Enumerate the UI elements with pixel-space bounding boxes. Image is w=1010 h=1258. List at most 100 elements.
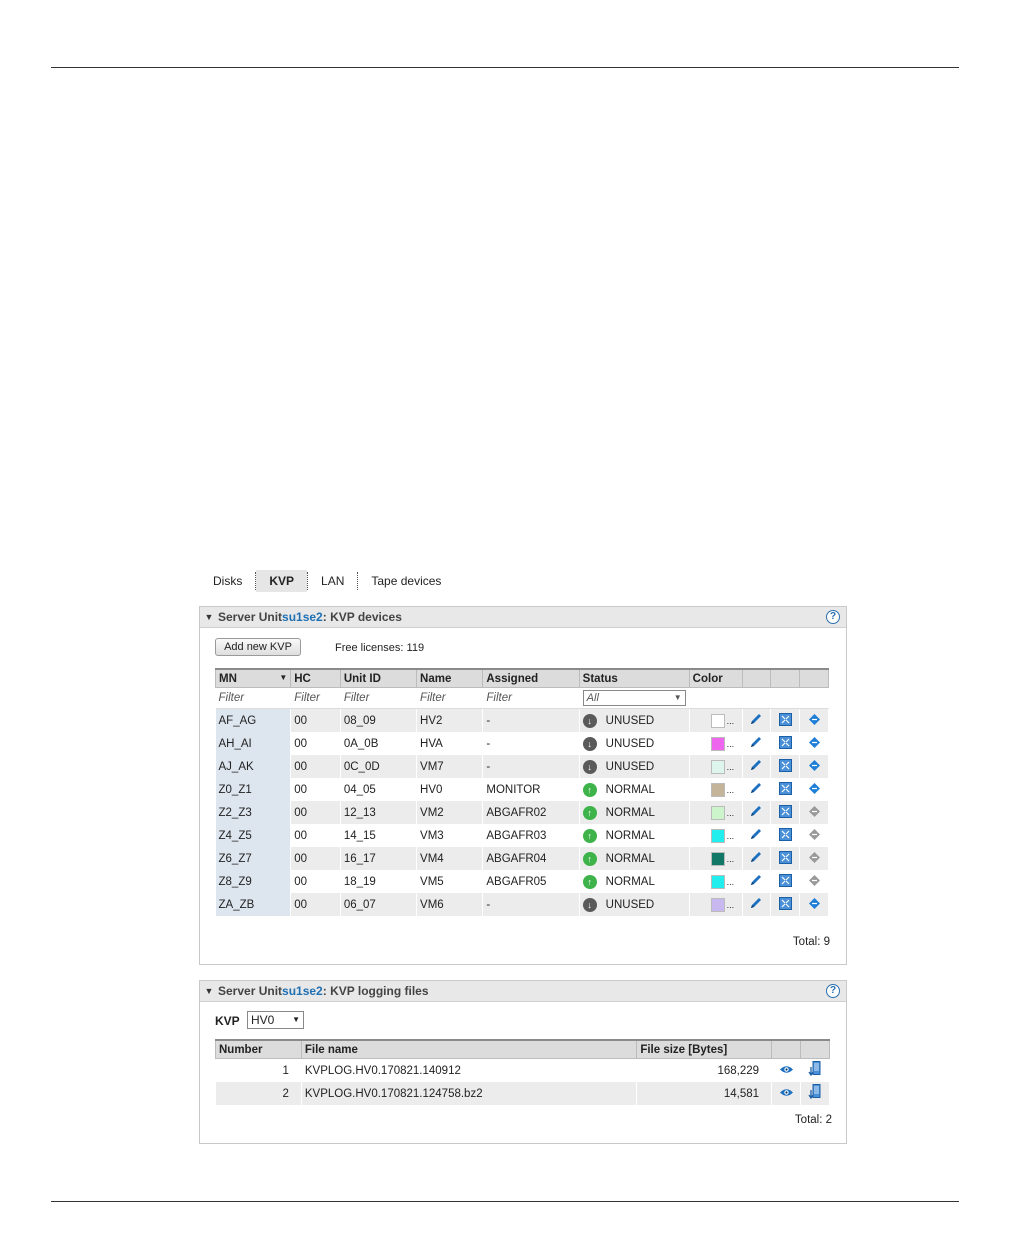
column-header-color: Color (688, 668, 743, 688)
cell-status: ↑ NORMAL (579, 870, 690, 893)
console-icon[interactable] (774, 896, 796, 913)
color-swatch[interactable] (710, 713, 725, 728)
cell-name: HV0 (416, 778, 484, 801)
more-icon[interactable]: ... (727, 877, 735, 887)
color-swatch[interactable] (710, 897, 725, 912)
status-filter-select[interactable]: All ▼ (582, 690, 686, 706)
cell-color[interactable]: ... (689, 893, 743, 916)
tab-kvp[interactable]: KVP (256, 570, 308, 592)
eye-icon[interactable] (775, 1064, 797, 1078)
table-header-row: MN ▼ HC Unit ID Name Assigned Status Col… (214, 668, 829, 688)
column-header-mn[interactable]: MN ▼ (214, 668, 292, 688)
column-header-file-size[interactable]: File size [Bytes] (636, 1039, 773, 1059)
console-icon[interactable] (774, 850, 796, 867)
help-icon[interactable]: ? (826, 610, 840, 624)
pencil-icon[interactable] (746, 712, 768, 729)
color-swatch[interactable] (710, 874, 725, 889)
kvp-select[interactable]: HV0 ▼ (247, 1011, 304, 1029)
console-icon[interactable] (774, 827, 796, 844)
column-header-file-name[interactable]: File name (300, 1039, 638, 1059)
pencil-icon[interactable] (746, 758, 768, 775)
kvp-logging-panel: ▼ Server Unit su1se2 : KVP logging files… (199, 980, 847, 1144)
table-row[interactable]: Z6_Z7 00 16_17 VM4 ABGAFR04 ↑ NORMAL... (215, 847, 829, 870)
cell-color[interactable]: ... (689, 755, 743, 778)
more-icon[interactable]: ... (727, 762, 735, 772)
cell-color[interactable]: ... (689, 847, 743, 870)
cell-color[interactable]: ... (689, 778, 743, 801)
table-row[interactable]: 1 KVPLOG.HV0.170821.140912 168,229 (215, 1058, 830, 1082)
cell-color[interactable]: ... (689, 801, 743, 824)
column-header-number[interactable]: Number (215, 1039, 302, 1059)
cell-color[interactable]: ... (689, 708, 743, 732)
filter-name[interactable]: Filter (416, 687, 484, 709)
status-text: UNUSED (605, 737, 655, 750)
table-row[interactable]: AF_AG 00 08_09 HV2- ↓ UNUSED... (215, 708, 829, 732)
more-icon[interactable]: ... (727, 785, 735, 795)
tab-disks[interactable]: Disks (200, 570, 255, 592)
pencil-icon[interactable] (746, 735, 768, 752)
table-row[interactable]: 2 KVPLOG.HV0.170821.124758.bz2 14,581 (215, 1082, 830, 1105)
server-unit-link[interactable]: su1se2 (282, 610, 323, 624)
diamond-arrow-icon[interactable] (803, 782, 825, 798)
filter-hc[interactable]: Filter (290, 687, 341, 709)
diamond-arrow-icon[interactable] (803, 897, 825, 913)
console-icon[interactable] (774, 758, 796, 775)
more-icon[interactable]: ... (727, 854, 735, 864)
color-swatch[interactable] (710, 736, 725, 751)
add-new-kvp-button[interactable]: Add new KVP (215, 638, 301, 656)
table-row[interactable]: Z8_Z9 00 18_19 VM5 ABGAFR05 ↑ NORMAL... (215, 870, 829, 893)
pencil-icon[interactable] (746, 827, 768, 844)
table-row[interactable]: AH_AI 00 0A_0B HVA - ↓ UNUSED... (215, 732, 829, 755)
table-row[interactable]: ZA_ZB 00 06_07 VM6- ↓ UNUSED... (215, 893, 829, 916)
more-icon[interactable]: ... (727, 716, 735, 726)
column-header-hc[interactable]: HC (290, 668, 341, 688)
help-icon[interactable]: ? (826, 984, 840, 998)
cell-hc: 00 (290, 755, 341, 778)
diamond-arrow-icon[interactable] (803, 736, 825, 752)
pencil-icon[interactable] (746, 804, 768, 821)
filter-mn[interactable]: Filter (215, 687, 292, 709)
column-header-assigned[interactable]: Assigned (482, 668, 580, 688)
color-swatch[interactable] (710, 828, 725, 843)
more-icon[interactable]: ... (727, 831, 735, 841)
table-row[interactable]: Z4_Z5 00 14_15 VM3 ABGAFR03 ↑ NORMAL... (215, 824, 829, 847)
cell-color[interactable]: ... (689, 824, 743, 847)
console-icon[interactable] (774, 712, 796, 729)
tab-lan[interactable]: LAN (308, 570, 357, 592)
eye-icon[interactable] (775, 1087, 797, 1101)
filter-unit-id[interactable]: Filter (340, 687, 418, 709)
filter-assigned[interactable]: Filter (482, 687, 580, 709)
download-icon[interactable] (804, 1084, 826, 1103)
console-icon[interactable] (774, 804, 796, 821)
pencil-icon[interactable] (746, 896, 768, 913)
console-icon[interactable] (774, 873, 796, 890)
caret-down-icon[interactable]: ▼ (200, 612, 218, 622)
pencil-icon[interactable] (746, 873, 768, 890)
column-header-status[interactable]: Status (578, 668, 690, 688)
pencil-icon[interactable] (746, 850, 768, 867)
table-row[interactable]: AJ_AK 00 0C_0D VM7- ↓ UNUSED... (215, 755, 829, 778)
more-icon[interactable]: ... (727, 739, 735, 749)
console-icon[interactable] (774, 735, 796, 752)
table-row[interactable]: Z2_Z3 00 12_13 VM2 ABGAFR02 ↑ NORMAL... (215, 801, 829, 824)
diamond-arrow-icon[interactable] (803, 759, 825, 775)
cell-assigned: ABGAFR02 (482, 801, 580, 824)
more-icon[interactable]: ... (727, 808, 735, 818)
server-unit-link[interactable]: su1se2 (282, 984, 323, 998)
color-swatch[interactable] (710, 851, 725, 866)
tab-tape-devices[interactable]: Tape devices (358, 570, 454, 592)
cell-color[interactable]: ... (689, 870, 743, 893)
column-header-name[interactable]: Name (416, 668, 484, 688)
cell-color[interactable]: ... (689, 732, 743, 755)
color-swatch[interactable] (710, 759, 725, 774)
more-icon[interactable]: ... (727, 900, 735, 910)
download-icon[interactable] (804, 1061, 826, 1080)
pencil-icon[interactable] (746, 781, 768, 798)
diamond-arrow-icon[interactable] (803, 713, 825, 729)
column-header-unit-id[interactable]: Unit ID (339, 668, 418, 688)
color-swatch[interactable] (710, 782, 725, 797)
table-row[interactable]: Z0_Z1 00 04_05 HV0 MONITOR ↑ NORMAL... (215, 778, 829, 801)
console-icon[interactable] (774, 781, 796, 798)
color-swatch[interactable] (710, 805, 725, 820)
caret-down-icon[interactable]: ▼ (200, 986, 218, 996)
